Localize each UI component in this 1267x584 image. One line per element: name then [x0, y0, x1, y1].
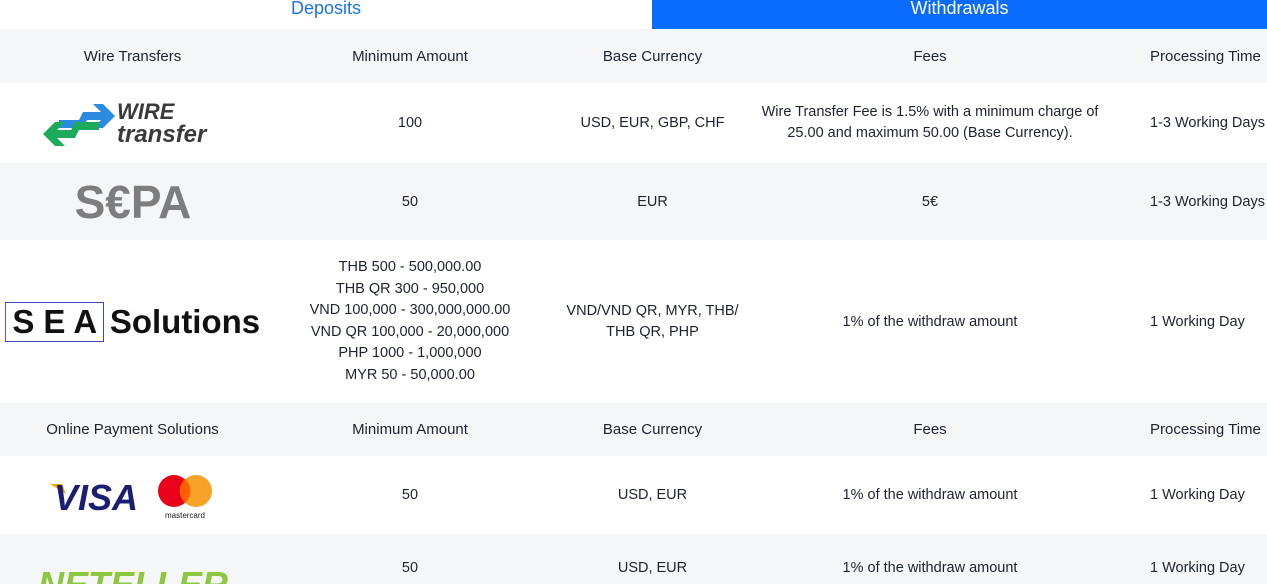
table-row-wire-transfer: WIRE transfer 100 USD, EUR, GBP, CHF Wir…: [0, 83, 1267, 163]
header-fees: Fees: [913, 47, 947, 65]
processing-time: 1-3 Working Days: [1150, 193, 1265, 210]
online-payment-header-row: Online Payment Solutions Minimum Amount …: [0, 403, 1267, 456]
processing-time: 1 Working Day: [1150, 487, 1245, 503]
fees: 1% of the withdraw amount: [842, 560, 1018, 576]
tab-bar: Deposits Withdrawals: [0, 0, 1267, 29]
header-method: Wire Transfers: [83, 47, 182, 65]
fees-line: Wire Transfer Fee is 1.5% with a minimum…: [761, 104, 1099, 120]
base-currency: USD, EUR, GBP, CHF: [580, 115, 725, 131]
base-currency: USD, EUR: [617, 487, 688, 503]
min-amount-line: VND 100,000 - 300,000,000.00: [309, 302, 511, 318]
neteller-logo: NETELLER: [0, 534, 265, 584]
processing-time: 1 Working Day: [1150, 560, 1245, 576]
sea-letters-box: S E A: [4, 301, 104, 342]
min-amount-line: VND QR 100,000 - 20,000,000: [310, 323, 510, 340]
min-amount: 50: [401, 487, 419, 503]
tab-deposits[interactable]: Deposits: [0, 0, 652, 29]
processing-time: 1 Working Day: [1150, 313, 1245, 330]
base-currency: USD, EUR: [617, 560, 688, 576]
min-amount-line: PHP 1000 - 1,000,000: [338, 345, 482, 361]
base-currency: EUR: [637, 193, 668, 210]
min-amount-line: MYR 50 - 50,000.00: [345, 366, 475, 383]
header-method: Online Payment Solutions: [46, 421, 219, 438]
min-amount-line: THB QR 300 - 950,000: [335, 280, 485, 297]
currency-line: VND/VND QR, MYR, THB/: [566, 302, 739, 319]
visa-icon: VISA: [54, 477, 138, 518]
wire-transfer-arrows-icon: WIRE transfer: [42, 99, 208, 148]
min-amount: 100: [397, 115, 423, 131]
fees: 1% of the withdraw amount: [842, 313, 1018, 330]
wire-transfer-logo: WIRE transfer: [0, 83, 265, 163]
header-base-currency: Base Currency: [602, 421, 703, 438]
header-minimum-amount: Minimum Amount: [352, 421, 468, 438]
svg-text:S€PA: S€PA: [74, 179, 191, 225]
header-processing-time: Processing Time: [1150, 47, 1261, 65]
table-row-sea-solutions: S E A Solutions THB 500 - 500,000.00 THB…: [0, 240, 1267, 403]
sea-letter: A: [73, 302, 98, 340]
mastercard-icon: mastercard: [157, 475, 212, 520]
min-amount: 50: [401, 193, 419, 210]
table-row-sepa: S€PA 50 EUR 5€ 1-3 Working Days: [0, 163, 1267, 240]
header-fees: Fees: [913, 421, 947, 438]
currency-line: THB QR, PHP: [606, 323, 699, 340]
header-base-currency: Base Currency: [602, 47, 703, 65]
fees: 1% of the withdraw amount: [842, 487, 1018, 503]
min-amount: THB 500 - 500,000.00 THB QR 300 - 950,00…: [265, 240, 555, 403]
sea-letter: S: [12, 302, 35, 340]
base-currency: VND/VND QR, MYR, THB/ THB QR, PHP: [555, 240, 750, 403]
fees-line: 25.00 and maximum 50.00 (Base Currency).: [787, 125, 1073, 141]
table-row-visa-mastercard: VISA mastercard 50 USD, EUR 1% of the wi…: [0, 456, 1267, 534]
header-minimum-amount: Minimum Amount: [352, 47, 468, 65]
sepa-logo: S€PA: [0, 163, 265, 240]
svg-text:transfer: transfer: [117, 121, 208, 148]
min-amount: 50: [401, 560, 419, 576]
wire-transfers-header-row: Wire Transfers Minimum Amount Base Curre…: [0, 29, 1267, 83]
fees: 5€: [921, 193, 939, 210]
header-processing-time: Processing Time: [1150, 421, 1261, 438]
sea-solutions-logo: S E A Solutions: [0, 240, 265, 403]
fees: Wire Transfer Fee is 1.5% with a minimum…: [750, 83, 1110, 163]
processing-time: 1-3 Working Days: [1150, 115, 1265, 131]
tab-withdrawals[interactable]: Withdrawals: [652, 0, 1267, 29]
table-row-neteller: NETELLER 50 USD, EUR 1% of the withdraw …: [0, 534, 1267, 584]
sea-solutions-word: Solutions: [109, 302, 261, 340]
visa-mastercard-logo: VISA mastercard: [0, 456, 265, 534]
sea-letter: E: [43, 302, 66, 340]
svg-text:mastercard: mastercard: [164, 511, 204, 520]
min-amount-line: THB 500 - 500,000.00: [338, 259, 482, 275]
svg-text:NETELLER: NETELLER: [38, 564, 228, 584]
